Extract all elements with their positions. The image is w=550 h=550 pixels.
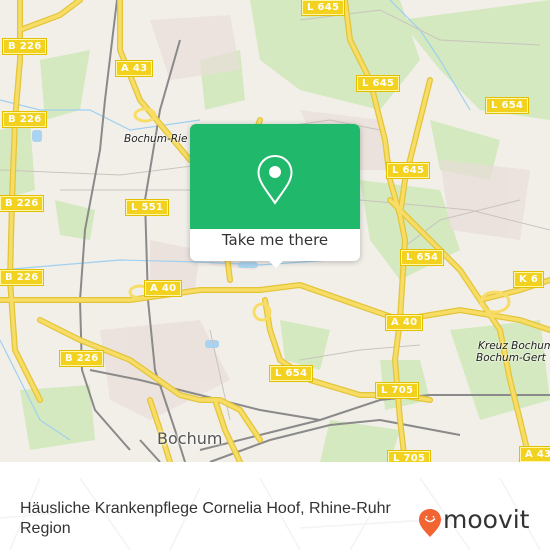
road-shield-b226: B 226 xyxy=(0,195,45,212)
map-view[interactable]: B 226 B 226 B 226 B 226 B 226 A 43 A 43 … xyxy=(0,0,550,462)
road-shield-l654: L 654 xyxy=(399,249,445,266)
road-shield-b226: B 226 xyxy=(58,350,105,367)
road-shield-l705: L 705 xyxy=(374,382,420,399)
road-shield-a43: A 43 xyxy=(114,60,154,77)
road-shield-a43: A 43 xyxy=(518,446,550,462)
road-shield-l551: L 551 xyxy=(124,199,170,216)
take-me-there-button[interactable]: Take me there xyxy=(190,231,360,249)
place-label-bochum-gerthe: Bochum-Gert xyxy=(476,352,546,364)
road-shield-k6: K 6 xyxy=(512,271,545,288)
moovit-wordmark: moovit xyxy=(443,505,530,534)
road-shield-l645: L 645 xyxy=(385,162,431,179)
road-shield-a40: A 40 xyxy=(143,280,183,297)
road-shield-l705: L 705 xyxy=(386,450,432,462)
location-pin-icon xyxy=(257,154,293,205)
popup-header[interactable] xyxy=(190,124,360,229)
place-label-kreuz-bochum: Kreuz Bochum xyxy=(478,340,550,352)
road-shield-l645: L 645 xyxy=(300,0,346,16)
road-shield-b226: B 226 xyxy=(0,269,45,286)
city-label-bochum: Bochum xyxy=(157,429,223,448)
road-shield-b226: B 226 xyxy=(1,111,48,128)
moovit-pin-icon xyxy=(419,509,441,537)
road-shield-b226: B 226 xyxy=(1,38,48,55)
popup-pointer xyxy=(268,260,284,268)
road-shield-l654: L 654 xyxy=(484,97,530,114)
location-popup[interactable]: Take me there xyxy=(190,124,360,268)
footer-bar: Häusliche Krankenpflege Cornelia Hoof, R… xyxy=(0,478,550,550)
road-shield-l654: L 654 xyxy=(268,365,314,382)
road-shield-l645: L 645 xyxy=(355,75,401,92)
place-label-bochum-riemke: Bochum-Rie xyxy=(124,133,188,145)
road-shield-a40: A 40 xyxy=(384,314,424,331)
location-title: Häusliche Krankenpflege Cornelia Hoof, R… xyxy=(20,500,391,537)
